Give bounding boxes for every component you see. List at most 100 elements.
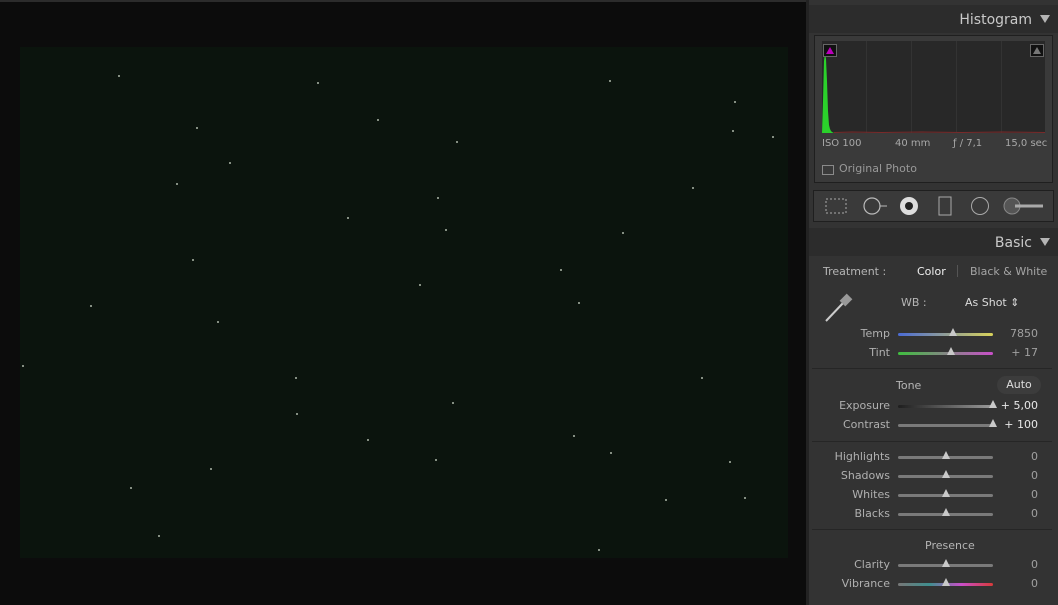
wb-label: WB : <box>901 296 927 309</box>
temp-slider-track[interactable] <box>898 333 993 336</box>
star <box>437 197 439 199</box>
shadows-value[interactable]: 0 <box>998 469 1038 482</box>
contrast-slider-track[interactable] <box>898 424 993 427</box>
exposure-value[interactable]: + 5,00 <box>998 399 1038 412</box>
exif-shutter: 15,0 sec <box>1005 138 1048 149</box>
original-photo-checkbox[interactable] <box>822 165 834 175</box>
star <box>598 549 600 551</box>
basic-title: Basic <box>994 235 1032 251</box>
red-eye-icon[interactable] <box>898 196 920 216</box>
clarity-slider-thumb[interactable] <box>941 559 950 567</box>
histogram-graph[interactable] <box>822 41 1045 133</box>
star <box>560 269 562 271</box>
star <box>609 80 611 82</box>
collapse-arrow-icon[interactable] <box>1040 15 1050 23</box>
star <box>295 377 297 379</box>
exif-aperture: ƒ / 7,1 <box>953 138 983 149</box>
star <box>377 119 379 121</box>
star <box>734 101 736 103</box>
whites-slider-thumb[interactable] <box>941 489 950 497</box>
exif-iso: ISO 100 <box>822 138 862 149</box>
star <box>347 217 349 219</box>
basic-header[interactable]: Basic <box>809 228 1058 256</box>
night-sky-photo <box>20 47 788 558</box>
shadows-slider-thumb[interactable] <box>941 470 950 478</box>
spot-removal-icon[interactable] <box>861 196 889 216</box>
star <box>732 130 734 132</box>
highlights-slider-thumb[interactable] <box>941 451 950 459</box>
blacks-value[interactable]: 0 <box>998 507 1038 520</box>
histogram-title: Histogram <box>959 12 1032 28</box>
star <box>573 435 575 437</box>
tool-strip <box>813 190 1054 222</box>
star <box>217 321 219 323</box>
star <box>772 136 774 138</box>
contrast-slider-thumb[interactable] <box>989 419 997 427</box>
treatment-bw-option[interactable]: Black & White <box>970 265 1047 278</box>
treatment-separator <box>957 265 958 277</box>
star <box>296 413 298 415</box>
presence-label: Presence <box>925 539 975 552</box>
star <box>729 461 731 463</box>
tint-slider-thumb[interactable] <box>947 347 956 355</box>
star <box>176 183 178 185</box>
tint-value[interactable]: + 17 <box>998 346 1038 359</box>
contrast-label: Contrast <box>842 418 890 431</box>
shadows-label: Shadows <box>840 469 890 482</box>
image-viewer <box>0 2 806 605</box>
histogram-panel: ISO 100 40 mm ƒ / 7,1 15,0 sec Original … <box>814 35 1053 183</box>
star <box>744 497 746 499</box>
whites-label: Whites <box>852 488 890 501</box>
star <box>210 468 212 470</box>
temp-value[interactable]: 7850 <box>998 327 1038 340</box>
clarity-value[interactable]: 0 <box>998 558 1038 571</box>
star <box>419 284 421 286</box>
star <box>622 232 624 234</box>
star <box>90 305 92 307</box>
auto-tone-button[interactable]: Auto <box>997 376 1041 394</box>
adjustment-brush-icon[interactable] <box>1002 196 1046 216</box>
histogram-header[interactable]: Histogram <box>809 5 1058 33</box>
shadow-clipping-indicator[interactable] <box>823 44 837 57</box>
collapse-arrow-icon[interactable] <box>1040 238 1050 246</box>
whites-value[interactable]: 0 <box>998 488 1038 501</box>
exposure-slider-thumb[interactable] <box>989 400 997 408</box>
star <box>192 259 194 261</box>
exif-focal-length: 40 mm <box>895 138 931 149</box>
crop-overlay-icon[interactable] <box>824 196 848 216</box>
radial-filter-icon[interactable] <box>969 196 991 216</box>
graduated-filter-icon[interactable] <box>934 196 956 216</box>
highlights-value[interactable]: 0 <box>998 450 1038 463</box>
star <box>196 127 198 129</box>
contrast-value[interactable]: + 100 <box>998 418 1038 431</box>
original-photo-label: Original Photo <box>839 162 917 175</box>
vibrance-slider-thumb[interactable] <box>941 578 950 586</box>
star <box>130 487 132 489</box>
temp-slider-thumb[interactable] <box>949 328 958 336</box>
exposure-slider-track[interactable] <box>898 405 993 408</box>
treatment-color-option[interactable]: Color <box>917 265 946 278</box>
treatment-label: Treatment : <box>823 265 887 278</box>
star <box>435 459 437 461</box>
star <box>701 377 703 379</box>
star <box>22 365 24 367</box>
highlights-label: Highlights <box>834 450 890 463</box>
wb-dropdown[interactable]: As Shot ⇕ <box>965 296 1019 309</box>
section-divider <box>812 368 1052 369</box>
tint-label: Tint <box>869 346 890 359</box>
blacks-slider-thumb[interactable] <box>941 508 950 516</box>
star <box>452 402 454 404</box>
tint-slider-track[interactable] <box>898 352 993 355</box>
white-balance-selector-icon[interactable] <box>821 290 857 326</box>
star <box>665 499 667 501</box>
star <box>367 439 369 441</box>
section-divider <box>812 529 1052 530</box>
star <box>229 162 231 164</box>
vibrance-value[interactable]: 0 <box>998 577 1038 590</box>
histogram-curve <box>822 53 1045 133</box>
temp-label: Temp <box>860 327 890 340</box>
right-panel: Histogram ISO 100 40 mm ƒ / 7,1 15,0 sec… <box>809 0 1058 605</box>
highlight-clipping-indicator[interactable] <box>1030 44 1044 57</box>
vibrance-label: Vibrance <box>841 577 890 590</box>
section-divider <box>812 441 1052 442</box>
